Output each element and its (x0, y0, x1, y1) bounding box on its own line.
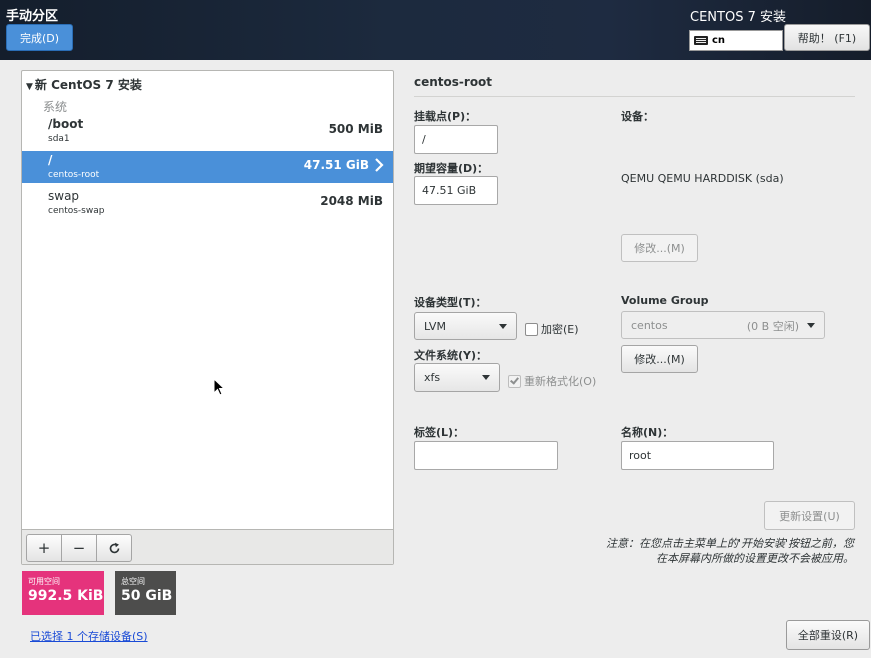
mouse-pointer-icon (213, 378, 225, 396)
detail-divider (414, 96, 855, 97)
partition-name: swap (48, 189, 80, 203)
done-button[interactable]: 完成(D) (6, 24, 73, 51)
keyboard-icon (694, 36, 708, 45)
checkbox-icon[interactable] (525, 322, 538, 336)
encrypt-checkbox[interactable]: 加密(E) (525, 321, 579, 337)
tag-label: 标签(L)： (414, 426, 465, 439)
modify-volume-group-button[interactable]: 修改...(M) (621, 345, 698, 373)
partition-device: centos-swap (48, 206, 105, 216)
filesystem-select[interactable]: xfs (414, 363, 500, 392)
dropdown-arrow-icon (499, 324, 507, 329)
install-title: 新 CentOS 7 安装 (34, 78, 142, 92)
product-title: CENTOS 7 安装 (690, 10, 786, 25)
help-button[interactable]: 帮助！ (F1) (784, 24, 870, 51)
partition-name: /boot (48, 117, 84, 131)
partition-toolbar: + − (22, 529, 393, 564)
dropdown-arrow-icon (482, 375, 490, 380)
volume-group-free: (0 B 空闲) (746, 320, 799, 333)
update-settings-button[interactable]: 更新设置(U) (764, 501, 855, 530)
total-space-value: 50 GiB (121, 588, 173, 604)
partition-tool-group: + − (26, 534, 132, 562)
mount-point-label: 挂载点(P)： (414, 110, 477, 123)
mount-point-input[interactable]: / (414, 125, 498, 154)
total-space-box: 总空间 50 GiB (115, 571, 176, 615)
install-group-header[interactable]: ▼ 新 CentOS 7 安装 (26, 76, 142, 93)
add-partition-button[interactable]: + (26, 534, 62, 562)
name-label: 名称(N)： (621, 426, 674, 439)
available-space-label: 可用空间 (28, 577, 60, 586)
partition-row-boot[interactable]: /boot sda1 500 MiB (22, 115, 393, 147)
reset-all-button[interactable]: 全部重设(R) (786, 620, 870, 650)
header-bar: 手动分区 完成(D) CENTOS 7 安装 cn 帮助！ (F1) (0, 0, 871, 60)
available-space-box: 可用空间 992.5 KiB (22, 571, 104, 615)
partition-size: 2048 MiB (320, 194, 383, 208)
checkbox-checked-icon[interactable] (508, 374, 521, 388)
device-type-label: 设备类型(T)： (414, 296, 487, 309)
reformat-label: 重新格式化(O) (524, 375, 597, 388)
filesystem-value: xfs (424, 371, 441, 384)
volume-group-label: Volume Group (621, 294, 709, 307)
expander-down-icon[interactable]: ▼ (26, 82, 33, 92)
partition-device: sda1 (48, 134, 70, 144)
partition-row-root[interactable]: / centos-root 47.51 GiB (22, 151, 393, 183)
refresh-button[interactable] (96, 534, 132, 562)
volume-group-select[interactable]: centos (0 B 空闲) (621, 311, 825, 339)
partition-row-swap[interactable]: swap centos-swap 2048 MiB (22, 187, 393, 219)
remove-partition-button[interactable]: − (61, 534, 97, 562)
device-type-value: LVM (424, 319, 446, 333)
device-label: 设备： (621, 110, 654, 123)
page-title: 手动分区 (6, 9, 59, 24)
note-line-2: 在本屏幕内所做的设置更改不会被应用。 (656, 552, 854, 565)
settings-note: 注意：在您点击主菜单上的'开始安装'按钮之前，您 在本屏幕内所做的设置更改不会被… (606, 536, 854, 566)
detail-title: centos-root (414, 75, 493, 89)
section-label-system: 系统 (43, 100, 68, 114)
keyboard-layout-indicator[interactable]: cn (689, 30, 783, 51)
refresh-icon (109, 542, 119, 553)
dropdown-arrow-icon (807, 323, 815, 328)
encrypt-label: 加密(E) (541, 323, 579, 336)
desired-capacity-input[interactable]: 47.51 GiB (414, 176, 498, 205)
tag-input[interactable] (414, 441, 558, 470)
desired-capacity-label: 期望容量(D)： (414, 162, 489, 175)
chevron-right-icon (375, 158, 384, 172)
selected-storage-link[interactable]: 已选择 1 个存储设备(S) (30, 628, 148, 644)
partition-device: centos-root (48, 170, 100, 180)
partition-size: 47.51 GiB (303, 158, 369, 172)
total-space-label: 总空间 (121, 577, 145, 586)
note-line-1: 注意：在您点击主菜单上的'开始安装'按钮之前，您 (605, 537, 854, 550)
partition-tree-panel: ▼ 新 CentOS 7 安装 系统 /boot sda1 500 MiB / c… (21, 70, 394, 565)
device-name: QEMU QEMU HARDDISK (sda) (621, 172, 784, 185)
filesystem-label: 文件系统(Y)： (414, 349, 488, 362)
available-space-value: 992.5 KiB (28, 588, 104, 604)
modify-device-button[interactable]: 修改...(M) (621, 234, 698, 262)
partition-size: 500 MiB (328, 122, 383, 136)
volume-group-value: centos (631, 318, 668, 332)
keyboard-layout-label: cn (712, 35, 726, 46)
device-type-select[interactable]: LVM (414, 312, 517, 340)
reformat-checkbox[interactable]: 重新格式化(O) (508, 373, 596, 389)
partition-name: / (48, 153, 53, 167)
name-input[interactable]: root (621, 441, 774, 470)
